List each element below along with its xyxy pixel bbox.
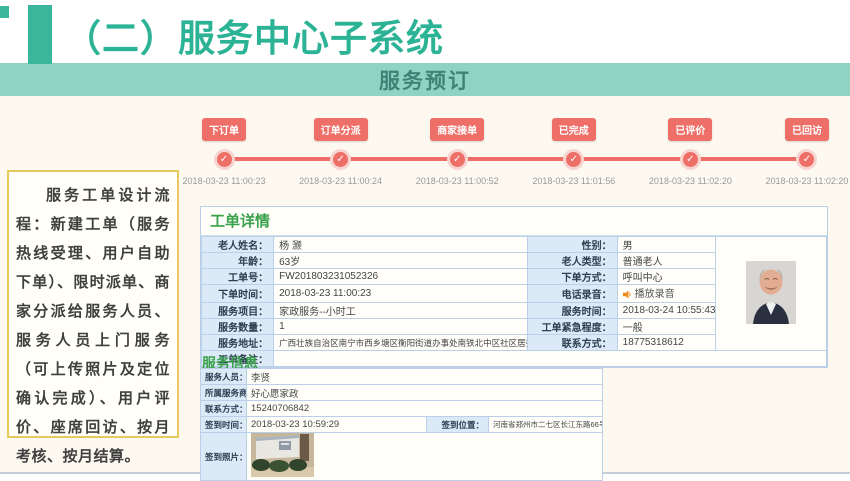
corner-accent-square	[0, 6, 9, 18]
timeline-step: 订单分派 ✓ 2018-03-23 11:00:24	[305, 118, 377, 186]
table-row: 服务人员： 李贤	[201, 369, 603, 385]
check-icon: ✓	[570, 155, 578, 165]
field-value: 18775318612	[617, 335, 715, 351]
field-label: 服务地址：	[202, 335, 274, 351]
field-label: 签到时间：	[201, 417, 247, 433]
order-detail-header: 工单详情	[201, 207, 827, 236]
process-note-text: 服务工单设计流程：新建工单（服务热线受理、用户自助下单）、限时派单、商家分派给服…	[16, 187, 170, 465]
timeline-timestamp: 2018-03-23 11:00:23	[183, 176, 266, 186]
field-label: 老人姓名：	[202, 237, 274, 253]
check-circle-icon: ✓	[333, 152, 348, 167]
field-label: 下单时间：	[202, 285, 274, 303]
timeline-step: 已评价 ✓ 2018-03-23 11:02:20	[654, 118, 726, 186]
checkin-photo[interactable]	[251, 433, 314, 477]
field-label: 服务数量：	[202, 319, 274, 335]
timeline-step: 已回访 ✓ 2018-03-23 11:02:20	[771, 118, 843, 186]
field-value: 15240706842	[247, 401, 603, 417]
play-recording-link[interactable]: 播放录音	[635, 289, 675, 300]
field-label: 电话录音：	[527, 285, 617, 303]
field-label: 联系方式：	[527, 335, 617, 351]
field-value: 广西壮族自治区南宁市西乡塘区衡阳街道办事处南铁北中区社区居委会	[274, 335, 527, 351]
slide-title: （二）服务中心子系统	[64, 8, 444, 62]
check-circle-icon: ✓	[683, 152, 698, 167]
timeline-status-button[interactable]: 已回访	[785, 118, 829, 141]
check-icon: ✓	[686, 155, 694, 165]
field-label: 服务人员：	[201, 369, 247, 385]
field-label: 联系方式：	[201, 401, 247, 417]
timeline-step: 下订单 ✓ 2018-03-23 11:00:23	[188, 118, 260, 186]
elder-photo-cell	[715, 237, 826, 351]
field-label: 年龄：	[202, 253, 274, 269]
field-value: 李贤	[247, 369, 603, 385]
field-value: 2018-03-23 10:59:29	[247, 417, 427, 433]
checkin-photo-cell	[247, 433, 603, 481]
field-label: 工单号：	[202, 269, 274, 285]
timeline-timestamp: 2018-03-23 11:01:56	[532, 176, 615, 186]
timeline-status-button[interactable]: 已完成	[552, 118, 596, 141]
field-value	[274, 351, 827, 367]
check-circle-icon: ✓	[799, 152, 814, 167]
field-label: 所属服务商：	[201, 385, 247, 401]
field-value: 河南省郑州市二七区长江东路66号院	[489, 417, 603, 433]
check-icon: ✓	[453, 155, 461, 165]
speaker-icon	[623, 290, 632, 302]
check-icon: ✓	[803, 155, 811, 165]
timeline-status-button[interactable]: 下订单	[202, 118, 246, 141]
recording-cell: 播放录音	[617, 285, 715, 303]
timeline-status-button[interactable]: 订单分派	[314, 118, 368, 141]
field-value: 一般	[617, 319, 715, 335]
table-row: 所属服务商： 好心愿家政	[201, 385, 603, 401]
check-icon: ✓	[336, 155, 344, 165]
field-value: 杨 灏	[274, 237, 527, 253]
field-value: 家政服务--小时工	[274, 303, 527, 319]
check-circle-icon: ✓	[566, 152, 581, 167]
field-value: 2018-03-24 10:55:43	[617, 303, 715, 319]
table-row: 老人姓名： 杨 灏 性别： 男	[202, 237, 827, 253]
table-row: 签到时间： 2018-03-23 10:59:29 签到位置： 河南省郑州市二七…	[201, 417, 603, 433]
field-label: 下单方式：	[527, 269, 617, 285]
section-banner: 服务预订	[0, 63, 850, 96]
field-label: 服务项目：	[202, 303, 274, 319]
check-circle-icon: ✓	[217, 152, 232, 167]
field-value: 好心愿家政	[247, 385, 603, 401]
content-area: 服务工单设计流程：新建工单（服务热线受理、用户自助下单）、限时派单、商家分派给服…	[0, 96, 850, 474]
field-label: 签到照片：	[201, 433, 247, 481]
table-row: 签到照片：	[201, 433, 603, 481]
field-label: 老人类型：	[527, 253, 617, 269]
field-label: 签到位置：	[427, 417, 489, 433]
table-row: 联系方式： 15240706842	[201, 401, 603, 417]
order-status-timeline: 下订单 ✓ 2018-03-23 11:00:23 订单分派 ✓ 2018-03…	[188, 118, 843, 188]
check-circle-icon: ✓	[450, 152, 465, 167]
order-detail-table: 老人姓名： 杨 灏 性别： 男	[201, 236, 827, 367]
field-value: 1	[274, 319, 527, 335]
field-value: FW201803231052326	[274, 269, 527, 285]
order-detail-panel: 工单详情 老人姓名： 杨 灏 性别： 男	[200, 206, 828, 368]
field-label: 性别：	[527, 237, 617, 253]
elder-photo	[746, 261, 796, 324]
field-label: 服务时间：	[527, 303, 617, 319]
field-value: 男	[617, 237, 715, 253]
service-info-table: 服务人员： 李贤 所属服务商： 好心愿家政 联系方式： 15240706842 …	[200, 368, 603, 481]
timeline-status-button[interactable]: 已评价	[668, 118, 712, 141]
field-value: 普通老人	[617, 253, 715, 269]
timeline-timestamp: 2018-03-23 11:02:20	[649, 176, 732, 186]
timeline-step: 已完成 ✓ 2018-03-23 11:01:56	[538, 118, 610, 186]
field-value: 2018-03-23 11:00:23	[274, 285, 527, 303]
timeline-timestamp: 2018-03-23 11:00:24	[299, 176, 382, 186]
field-label: 工单紧急程度：	[527, 319, 617, 335]
check-icon: ✓	[220, 155, 228, 165]
field-value: 63岁	[274, 253, 527, 269]
field-value: 呼叫中心	[617, 269, 715, 285]
timeline-timestamp: 2018-03-23 11:02:20	[766, 176, 849, 186]
timeline-status-button[interactable]: 商家接单	[430, 118, 484, 141]
table-row: 工单备注：	[202, 351, 827, 367]
timeline-step: 商家接单 ✓ 2018-03-23 11:00:52	[421, 118, 493, 186]
banner-title: 服务预订	[379, 65, 471, 95]
timeline-timestamp: 2018-03-23 11:00:52	[416, 176, 499, 186]
process-note-box: 服务工单设计流程：新建工单（服务热线受理、用户自助下单）、限时派单、商家分派给服…	[7, 170, 179, 438]
title-accent-bar	[28, 5, 52, 64]
